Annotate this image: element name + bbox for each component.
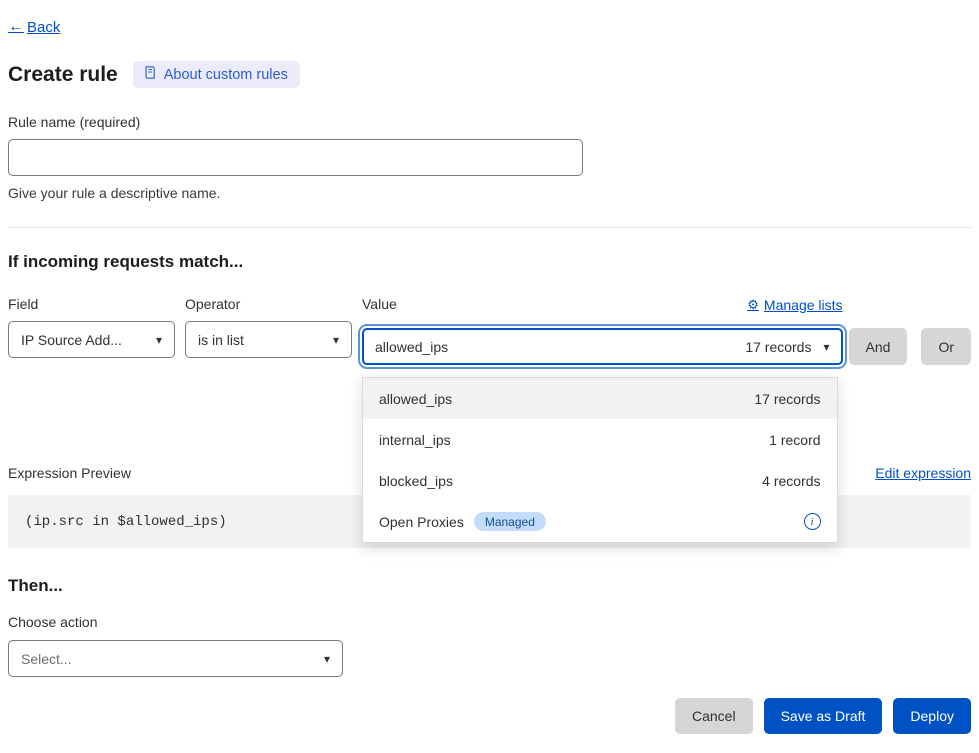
action-select-placeholder: Select...	[21, 651, 312, 667]
manage-lists-label: Manage lists	[764, 297, 843, 313]
docs-icon	[143, 65, 157, 84]
back-arrow-icon: ←	[8, 18, 24, 36]
value-select-meta: 17 records	[745, 339, 811, 355]
list-dropdown: allowed_ips 17 records internal_ips 1 re…	[362, 377, 838, 543]
value-select-wrap: allowed_ips 17 records ▾ allowed_ips 17 …	[362, 328, 843, 365]
create-rule-page: ← Back Create rule About custom rules Ru…	[0, 0, 979, 753]
dropdown-item-blocked-ips[interactable]: blocked_ips 4 records	[363, 460, 837, 501]
list-item-name: internal_ips	[379, 432, 451, 448]
divider	[8, 227, 971, 228]
title-row: Create rule About custom rules	[8, 61, 971, 88]
managed-badge: Managed	[474, 512, 546, 531]
manage-lists-link[interactable]: ⚙ Manage lists	[747, 297, 842, 313]
rule-name-input[interactable]	[8, 139, 583, 176]
action-select[interactable]: Select... ▾	[8, 640, 343, 677]
operator-label: Operator	[185, 296, 352, 312]
back-label: Back	[27, 19, 60, 36]
expression-code: (ip.src in $allowed_ips)	[25, 514, 227, 530]
operator-select[interactable]: is in list ▾	[185, 321, 352, 358]
info-icon[interactable]: i	[804, 513, 821, 530]
value-column: Value ⚙ Manage lists allowed_ips 17 reco…	[362, 296, 843, 365]
chevron-down-icon: ▾	[333, 334, 339, 346]
chevron-down-icon: ▾	[324, 653, 330, 665]
rule-name-help: Give your rule a descriptive name.	[8, 185, 971, 201]
value-label: Value	[362, 296, 397, 312]
choose-action-label: Choose action	[8, 614, 971, 630]
about-custom-rules-link[interactable]: About custom rules	[133, 61, 300, 88]
back-link[interactable]: ← Back	[8, 18, 60, 36]
list-item-meta: 17 records	[754, 391, 820, 407]
chevron-down-icon: ▾	[823, 341, 829, 353]
list-item-name: Open Proxies	[379, 514, 464, 530]
chevron-down-icon: ▾	[156, 334, 162, 346]
match-heading: If incoming requests match...	[8, 252, 971, 272]
dropdown-item-internal-ips[interactable]: internal_ips 1 record	[363, 419, 837, 460]
gear-icon: ⚙	[747, 297, 759, 313]
field-select-value: IP Source Add...	[21, 332, 144, 348]
value-label-row: Value ⚙ Manage lists	[362, 296, 843, 321]
dropdown-item-allowed-ips[interactable]: allowed_ips 17 records	[363, 378, 837, 419]
and-button[interactable]: And	[849, 328, 908, 365]
match-controls-row: Field IP Source Add... ▾ Operator is in …	[8, 296, 971, 365]
list-item-name: allowed_ips	[379, 391, 452, 407]
operator-column: Operator is in list ▾	[185, 296, 352, 358]
or-button[interactable]: Or	[921, 328, 971, 365]
list-item-meta: 4 records	[762, 473, 820, 489]
about-custom-rules-label: About custom rules	[164, 67, 288, 83]
andor-buttons: And Or	[849, 328, 971, 365]
save-draft-button[interactable]: Save as Draft	[764, 698, 883, 734]
expression-preview-label: Expression Preview	[8, 465, 131, 481]
field-label: Field	[8, 296, 175, 312]
value-select-value: allowed_ips	[375, 339, 733, 355]
edit-expression-link[interactable]: Edit expression	[875, 465, 971, 481]
dropdown-item-open-proxies[interactable]: Open Proxies Managed i	[363, 501, 837, 542]
list-item-name: blocked_ips	[379, 473, 453, 489]
rule-name-label: Rule name (required)	[8, 114, 971, 130]
field-select[interactable]: IP Source Add... ▾	[8, 321, 175, 358]
list-item-meta: 1 record	[769, 432, 820, 448]
value-select[interactable]: allowed_ips 17 records ▾	[362, 328, 843, 365]
cancel-button[interactable]: Cancel	[675, 698, 753, 734]
then-heading: Then...	[8, 576, 971, 596]
page-title: Create rule	[8, 63, 118, 87]
footer-actions: Cancel Save as Draft Deploy	[8, 698, 971, 734]
deploy-button[interactable]: Deploy	[893, 698, 971, 734]
field-column: Field IP Source Add... ▾	[8, 296, 175, 358]
rule-name-group: Rule name (required) Give your rule a de…	[8, 114, 971, 201]
operator-select-value: is in list	[198, 332, 321, 348]
